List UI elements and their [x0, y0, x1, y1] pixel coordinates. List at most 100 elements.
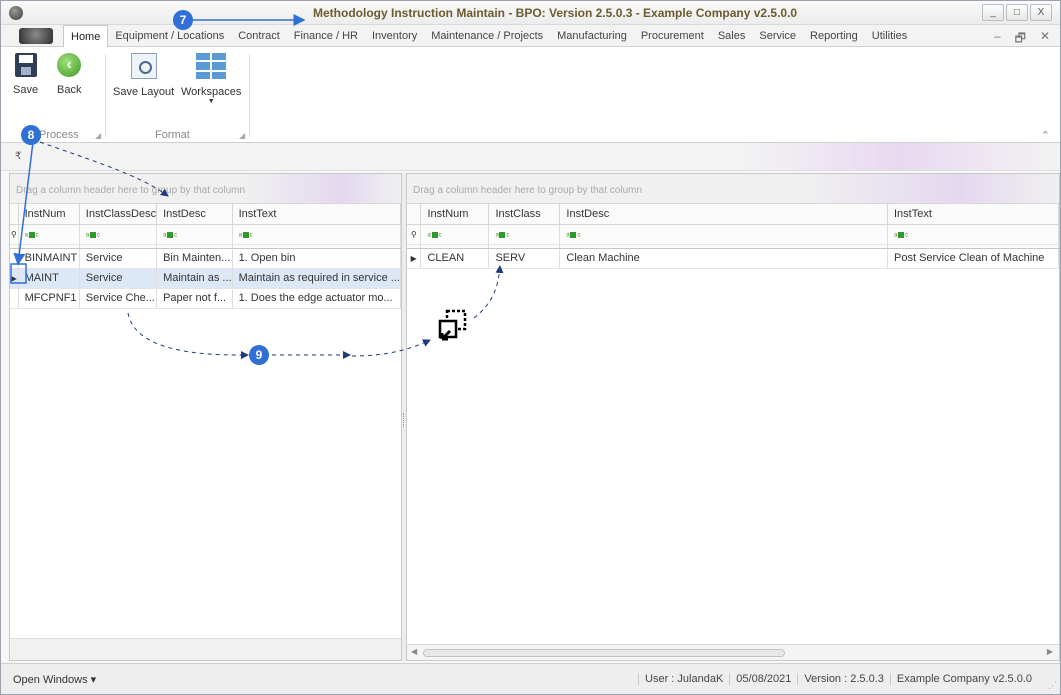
save-layout-label: Save Layout — [113, 86, 175, 98]
filter-cell[interactable]: ac — [559, 224, 888, 245]
cell-instclass[interactable]: SERV — [488, 248, 561, 269]
tab-reporting[interactable]: Reporting — [803, 25, 865, 47]
cell-instdesc[interactable]: Bin Mainten... — [156, 248, 233, 269]
tab-manufacturing[interactable]: Manufacturing — [550, 25, 634, 47]
filter-icon: ⚲ — [407, 224, 422, 245]
window-title: Methodology Instruction Maintain - BPO: … — [313, 6, 798, 20]
column-header-instclassdesc[interactable]: InstClassDesc — [79, 204, 158, 225]
cell-insttext[interactable]: Post Service Clean of Machine — [887, 248, 1059, 269]
save-layout-icon — [130, 53, 157, 79]
cell-instdesc[interactable]: Paper not f... — [156, 288, 233, 309]
methodology-table: InstNum InstClass InstDesc InstText ⚲ ac… — [407, 204, 1059, 269]
window-controls: _ □ X — [982, 4, 1052, 21]
dialog-launcher-icon[interactable]: ◢ — [239, 131, 245, 140]
column-header-instclass[interactable]: InstClass — [488, 204, 561, 225]
cell-instclassdesc[interactable]: Service — [79, 268, 158, 289]
column-header-instnum[interactable]: InstNum — [18, 204, 80, 225]
cell-instdesc[interactable]: Clean Machine — [559, 248, 888, 269]
tab-utilities[interactable]: Utilities — [865, 25, 914, 47]
auto-filter-row: ⚲ ac ac ac ac — [10, 224, 402, 245]
abc-filter-icon: ac — [894, 232, 908, 239]
save-layout-button[interactable]: Save Layout — [113, 53, 174, 98]
status-items: User : JulandaK 05/08/2021 Version : 2.5… — [638, 673, 1038, 685]
table-row[interactable]: BINMAINT Service Bin Mainten... 1. Open … — [10, 248, 402, 269]
tab-maintenance-projects[interactable]: Maintenance / Projects — [424, 25, 550, 47]
status-user: User : JulandaK — [638, 673, 729, 685]
abc-filter-icon: ac — [163, 232, 177, 239]
filter-icon: ⚲ — [10, 224, 19, 245]
menu-tabs: Home Equipment / Locations Contract Fina… — [63, 25, 914, 47]
maximize-button[interactable]: □ — [1006, 4, 1028, 21]
tab-service[interactable]: Service — [752, 25, 803, 47]
status-bar: Open Windows ▾ User : JulandaK 05/08/202… — [1, 663, 1060, 694]
pin-icon[interactable]: ₹ — [15, 151, 21, 162]
minimize-button[interactable]: _ — [982, 4, 1004, 21]
status-version: Version : 2.5.0.3 — [797, 673, 890, 685]
scroll-right-icon[interactable]: ▶ — [1047, 647, 1053, 656]
workspaces-button[interactable]: Workspaces ▼ — [181, 53, 241, 106]
cell-instnum[interactable]: BINMAINT — [18, 248, 80, 269]
table-row[interactable]: MFCPNF1 Service Che... Paper not f... 1.… — [10, 288, 402, 309]
resize-grip-icon[interactable]: ⋰ — [1048, 680, 1057, 691]
tab-finance-hr[interactable]: Finance / HR — [287, 25, 365, 47]
cell-instclassdesc[interactable]: Service — [79, 248, 158, 269]
collapse-ribbon-icon[interactable]: ⌃ — [1041, 129, 1050, 142]
status-company: Example Company v2.5.0.0 — [889, 673, 1038, 685]
group-by-panel[interactable]: Drag a column header here to group by th… — [10, 174, 401, 204]
cell-instclassdesc[interactable]: Service Che... — [79, 288, 158, 309]
close-button[interactable]: X — [1030, 4, 1052, 21]
back-arrow-icon: ‹ — [57, 53, 82, 77]
tab-procurement[interactable]: Procurement — [634, 25, 711, 47]
application-menu-icon[interactable] — [19, 28, 53, 44]
save-button[interactable]: Save — [13, 53, 38, 96]
horizontal-scrollbar[interactable]: ◀ ▶ — [407, 644, 1059, 660]
filter-cell[interactable]: ac — [420, 224, 490, 245]
abc-filter-icon: ac — [427, 232, 442, 239]
column-header-insttext[interactable]: InstText — [887, 204, 1059, 225]
ribbon: Save ‹ Back Save Layout Workspaces ▼ Pro… — [1, 47, 1060, 143]
filter-cell[interactable]: ac — [887, 224, 1059, 245]
chevron-down-icon: ▼ — [207, 98, 215, 105]
drag-drop-cursor-icon — [438, 309, 467, 341]
cell-instnum[interactable]: MFCPNF1 — [18, 288, 80, 309]
application-window: Methodology Instruction Maintain - BPO: … — [0, 0, 1061, 695]
tab-contract[interactable]: Contract — [231, 25, 287, 47]
row-indicator-icon[interactable]: ▶ — [407, 248, 422, 269]
group-label-format: Format — [155, 129, 190, 141]
dialog-launcher-icon[interactable]: ◢ — [95, 131, 101, 140]
tab-inventory[interactable]: Inventory — [365, 25, 424, 47]
ribbon-separator — [249, 55, 250, 137]
filter-cell[interactable]: ac — [156, 224, 233, 245]
column-header-insttext[interactable]: InstText — [232, 204, 402, 225]
tab-home[interactable]: Home — [63, 25, 109, 47]
row-indicator-icon[interactable]: ▶ — [10, 268, 19, 289]
cell-insttext[interactable]: 1. Open bin — [232, 248, 402, 269]
filter-cell[interactable]: ac — [18, 224, 80, 245]
save-icon — [14, 53, 37, 77]
table-row[interactable]: ▶ CLEAN SERV Clean Machine Post Service … — [407, 248, 1059, 269]
back-button[interactable]: ‹ Back — [57, 53, 81, 96]
cell-instnum[interactable]: CLEAN — [420, 248, 490, 269]
column-header-instdesc[interactable]: InstDesc — [559, 204, 888, 225]
column-header-instnum[interactable]: InstNum — [420, 204, 490, 225]
cell-insttext[interactable]: 1. Does the edge actuator mo... — [232, 288, 402, 309]
filter-cell[interactable]: ac — [79, 224, 158, 245]
scrollbar-thumb[interactable] — [423, 649, 785, 657]
scroll-left-icon[interactable]: ◀ — [411, 647, 417, 656]
instruction-table: InstNum InstClassDesc InstDesc InstText … — [10, 204, 402, 309]
cell-instdesc[interactable]: Maintain as ... — [156, 268, 233, 289]
auto-filter-row: ⚲ ac ac ac ac — [407, 224, 1059, 245]
filter-cell[interactable]: ac — [232, 224, 402, 245]
tab-sales[interactable]: Sales — [711, 25, 753, 47]
cell-instnum[interactable]: MAINT — [18, 268, 80, 289]
tab-equipment-locations[interactable]: Equipment / Locations — [108, 25, 231, 47]
group-by-panel[interactable]: Drag a column header here to group by th… — [407, 174, 1059, 204]
title-bar: Methodology Instruction Maintain - BPO: … — [1, 1, 1060, 25]
filter-cell[interactable]: ac — [488, 224, 561, 245]
cell-insttext[interactable]: Maintain as required in service ... — [232, 268, 402, 289]
column-header-instdesc[interactable]: InstDesc — [156, 204, 233, 225]
table-row-selected[interactable]: ▶ MAINT Service Maintain as ... Maintain… — [10, 268, 402, 289]
methodology-grid: Drag a column header here to group by th… — [406, 173, 1060, 661]
app-logo-icon — [9, 6, 23, 20]
open-windows-menu[interactable]: Open Windows ▾ — [13, 673, 96, 686]
